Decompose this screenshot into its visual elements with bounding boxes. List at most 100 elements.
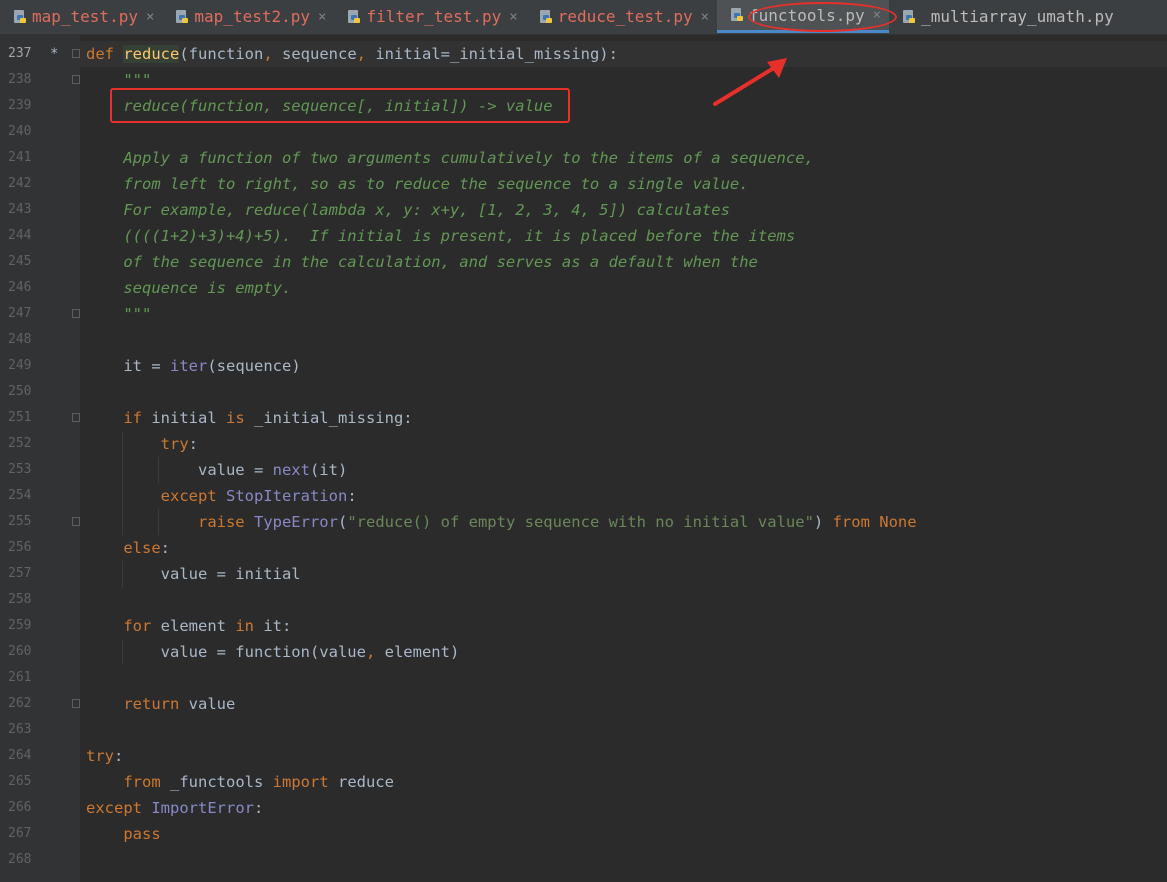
indent-guide: [122, 431, 124, 457]
tab-reduce-test-py[interactable]: reduce_test.py ×: [526, 0, 717, 33]
close-tab-icon[interactable]: ×: [701, 9, 709, 25]
code-line[interactable]: from left to right, so as to reduce the …: [80, 171, 1167, 197]
fold-marker-icon[interactable]: [72, 49, 80, 58]
code-token: """: [123, 71, 152, 89]
tab--multiarray-umath-py[interactable]: _multiarray_umath.py: [889, 0, 1122, 33]
code-token: "reduce() of empty sequence with no init…: [347, 513, 814, 531]
code-line[interactable]: [80, 379, 1167, 405]
tab-filter-test-py[interactable]: filter_test.py ×: [334, 0, 525, 33]
code-line[interactable]: Apply a function of two arguments cumula…: [80, 145, 1167, 171]
gutter-row: 256: [0, 535, 80, 561]
line-number: 237: [8, 46, 32, 61]
code-line[interactable]: return value: [80, 691, 1167, 717]
code-token: :: [188, 435, 198, 453]
editor-tab-bar: map_test.py × map_test2.py × filter_test.py ×…: [0, 0, 1167, 35]
code-token: iter: [170, 357, 208, 375]
code-token: value = initial: [86, 565, 301, 583]
code-line[interactable]: try:: [80, 431, 1167, 457]
gutter-row: 261: [0, 665, 80, 691]
code-line[interactable]: it = iter(sequence): [80, 353, 1167, 379]
code-token: in: [235, 617, 264, 635]
fold-marker-icon[interactable]: [72, 699, 80, 708]
code-token: (: [337, 513, 348, 531]
code-token: except: [86, 799, 152, 817]
code-line[interactable]: """: [80, 301, 1167, 327]
code-text: For example, reduce(lambda x, y: x+y, [1…: [80, 201, 730, 219]
code-token: ((((1+2)+3)+4)+5). If initial is present…: [123, 227, 796, 245]
line-number: 251: [8, 410, 32, 425]
code-line[interactable]: [80, 847, 1167, 873]
close-tab-icon[interactable]: ×: [318, 9, 326, 25]
gutter-row: 244: [0, 223, 80, 249]
line-number: 255: [8, 514, 32, 529]
code-token: ImportError: [151, 799, 254, 817]
docstring-highlight-box: [110, 88, 570, 123]
indent-guide: [122, 639, 124, 665]
code-line[interactable]: def reduce(function, sequence, initial=_…: [80, 41, 1167, 67]
code-line[interactable]: except StopIteration:: [80, 483, 1167, 509]
code-line[interactable]: else:: [80, 535, 1167, 561]
tab-map-test2-py[interactable]: map_test2.py ×: [162, 0, 334, 33]
code-token: (sequence): [207, 357, 301, 375]
code-line[interactable]: value = function(value, element): [80, 639, 1167, 665]
code-line[interactable]: except ImportError:: [80, 795, 1167, 821]
code-line[interactable]: if initial is _initial_missing:: [80, 405, 1167, 431]
line-number: 256: [8, 540, 32, 555]
code-line[interactable]: pass: [80, 821, 1167, 847]
tab-label: filter_test.py: [366, 7, 502, 26]
code-token: else: [123, 539, 161, 557]
code-line[interactable]: For example, reduce(lambda x, y: x+y, [1…: [80, 197, 1167, 223]
fold-marker-icon[interactable]: [72, 309, 80, 318]
code-token: _initial_missing:: [253, 409, 413, 427]
code-line[interactable]: [80, 587, 1167, 613]
line-number: 265: [8, 774, 32, 789]
gutter-row: 237 *: [0, 41, 80, 67]
code-line[interactable]: try:: [80, 743, 1167, 769]
gutter-row: 255: [0, 509, 80, 535]
code-text: of the sequence in the calculation, and …: [80, 253, 758, 271]
code-line[interactable]: value = next(it): [80, 457, 1167, 483]
code-editor[interactable]: def reduce(function, sequence, initial=_…: [80, 35, 1167, 882]
code-line[interactable]: [80, 327, 1167, 353]
code-token: from left to right, so as to reduce the …: [123, 175, 749, 193]
code-line[interactable]: value = initial: [80, 561, 1167, 587]
close-tab-icon[interactable]: ×: [146, 9, 154, 25]
code-line[interactable]: [80, 717, 1167, 743]
fold-marker-icon[interactable]: [72, 413, 80, 422]
code-token: value = function(value: [86, 643, 366, 661]
code-token: Apply a function of two arguments cumula…: [123, 149, 814, 167]
gutter-row: 247: [0, 301, 80, 327]
code-token: For example, reduce(lambda x, y: x+y, [1…: [123, 201, 730, 219]
line-number: 252: [8, 436, 32, 451]
code-token: try: [160, 435, 189, 453]
code-line[interactable]: of the sequence in the calculation, and …: [80, 249, 1167, 275]
close-tab-icon[interactable]: ×: [509, 9, 517, 25]
fold-marker-icon[interactable]: [72, 75, 80, 84]
code-token: initial: [151, 409, 226, 427]
gutter-row: 239: [0, 93, 80, 119]
code-token: sequence is empty.: [123, 279, 292, 297]
code-line[interactable]: [80, 665, 1167, 691]
code-token: value =: [86, 461, 273, 479]
line-number: 250: [8, 384, 32, 399]
code-line[interactable]: for element in it:: [80, 613, 1167, 639]
tab-map-test-py[interactable]: map_test.py ×: [0, 0, 162, 33]
indent-guide: [158, 457, 160, 483]
code-text: for element in it:: [80, 617, 291, 635]
code-line[interactable]: ((((1+2)+3)+4)+5). If initial is present…: [80, 223, 1167, 249]
line-number: 259: [8, 618, 32, 633]
code-line[interactable]: raise TypeError("reduce() of empty seque…: [80, 509, 1167, 535]
fold-marker-icon[interactable]: [72, 517, 80, 526]
code-token: reduce: [337, 773, 394, 791]
code-line[interactable]: sequence is empty.: [80, 275, 1167, 301]
line-number: 243: [8, 202, 32, 217]
code-line[interactable]: from _functools import reduce: [80, 769, 1167, 795]
